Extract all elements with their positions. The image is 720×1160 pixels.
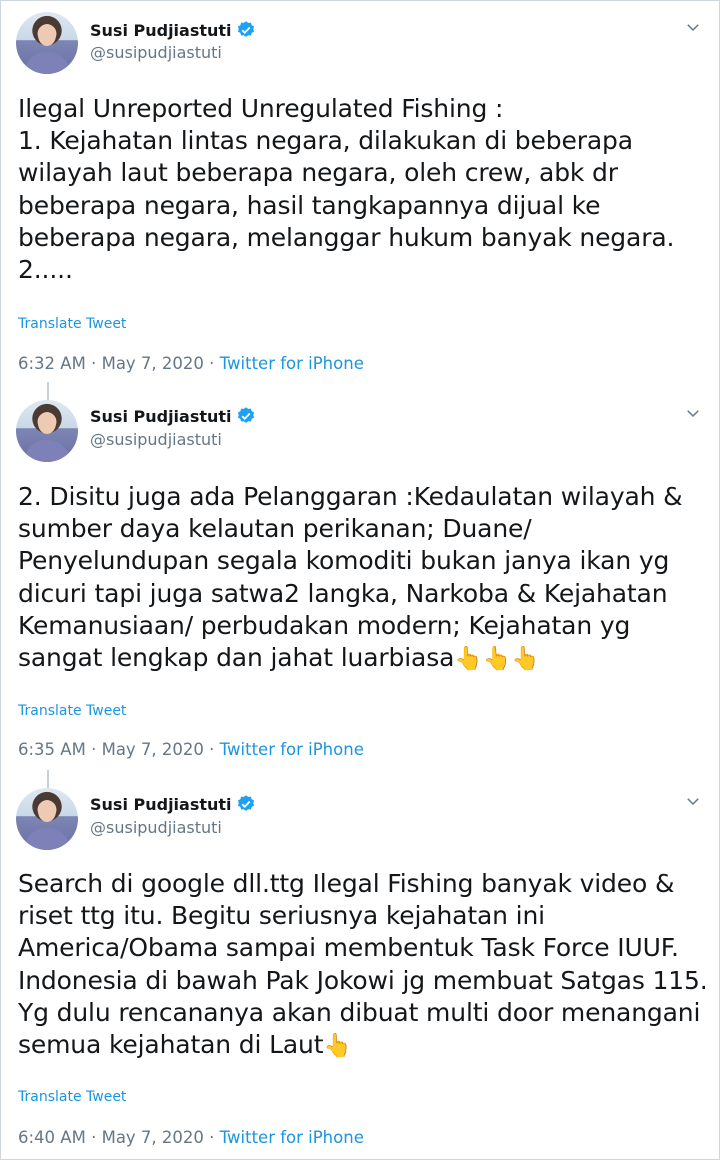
chevron-down-icon[interactable] — [684, 18, 702, 36]
translate-tweet-link[interactable]: Translate Tweet — [18, 1089, 126, 1105]
tweet-text: Ilegal Unreported Unregulated Fishing : … — [18, 94, 675, 285]
tweet-date[interactable]: May 7, 2020 — [102, 1128, 204, 1147]
tweet-date[interactable]: May 7, 2020 — [102, 354, 204, 373]
tweet-source-app[interactable]: Twitter for iPhone — [220, 354, 364, 373]
avatar[interactable] — [16, 788, 78, 850]
author-handle[interactable]: @susipudjiastuti — [90, 43, 222, 62]
translate-tweet-link[interactable]: Translate Tweet — [18, 316, 126, 332]
tweet-text: Search di google dll.ttg Ilegal Fishing … — [18, 869, 716, 1060]
tweet-time[interactable]: 6:32 AM — [18, 354, 86, 373]
avatar[interactable] — [16, 12, 78, 74]
chevron-down-icon[interactable] — [684, 404, 702, 422]
tweet[interactable]: Susi Pudjiastuti @susipudjiastuti Ilegal… — [0, 0, 720, 390]
author-handle[interactable]: @susipudjiastuti — [90, 430, 222, 449]
tweet-source-app[interactable]: Twitter for iPhone — [220, 740, 364, 759]
author-name[interactable]: Susi Pudjiastuti — [90, 795, 232, 814]
tweet[interactable]: Susi Pudjiastuti @susipudjiastuti 2. Dis… — [0, 388, 720, 778]
tweet-time[interactable]: 6:35 AM — [18, 740, 86, 759]
tweet-meta: 6:32 AM · May 7, 2020 · Twitter for iPho… — [18, 354, 364, 373]
translate-tweet-link[interactable]: Translate Tweet — [18, 703, 126, 719]
chevron-down-icon[interactable] — [684, 792, 702, 810]
avatar[interactable] — [16, 400, 78, 462]
pointing-up-emoji: 👆 — [323, 1033, 352, 1060]
tweet-source-app[interactable]: Twitter for iPhone — [220, 1128, 364, 1147]
tweet-meta: 6:35 AM · May 7, 2020 · Twitter for iPho… — [18, 740, 364, 759]
tweet-time[interactable]: 6:40 AM — [18, 1128, 86, 1147]
verified-badge-icon — [237, 21, 254, 37]
tweet-text: 2. Disitu juga ada Pelanggaran :Kedaulat… — [18, 482, 691, 673]
tweet-meta: 6:40 AM · May 7, 2020 · Twitter for iPho… — [18, 1128, 364, 1147]
tweet-date[interactable]: May 7, 2020 — [102, 740, 204, 759]
author-name[interactable]: Susi Pudjiastuti — [90, 407, 232, 426]
author-name[interactable]: Susi Pudjiastuti — [90, 21, 232, 40]
verified-badge-icon — [237, 407, 254, 423]
tweet[interactable]: Susi Pudjiastuti @susipudjiastuti Search… — [0, 776, 720, 1160]
pointing-up-emoji: 👆👆👆 — [454, 646, 540, 673]
author-handle[interactable]: @susipudjiastuti — [90, 818, 222, 837]
verified-badge-icon — [237, 795, 254, 811]
